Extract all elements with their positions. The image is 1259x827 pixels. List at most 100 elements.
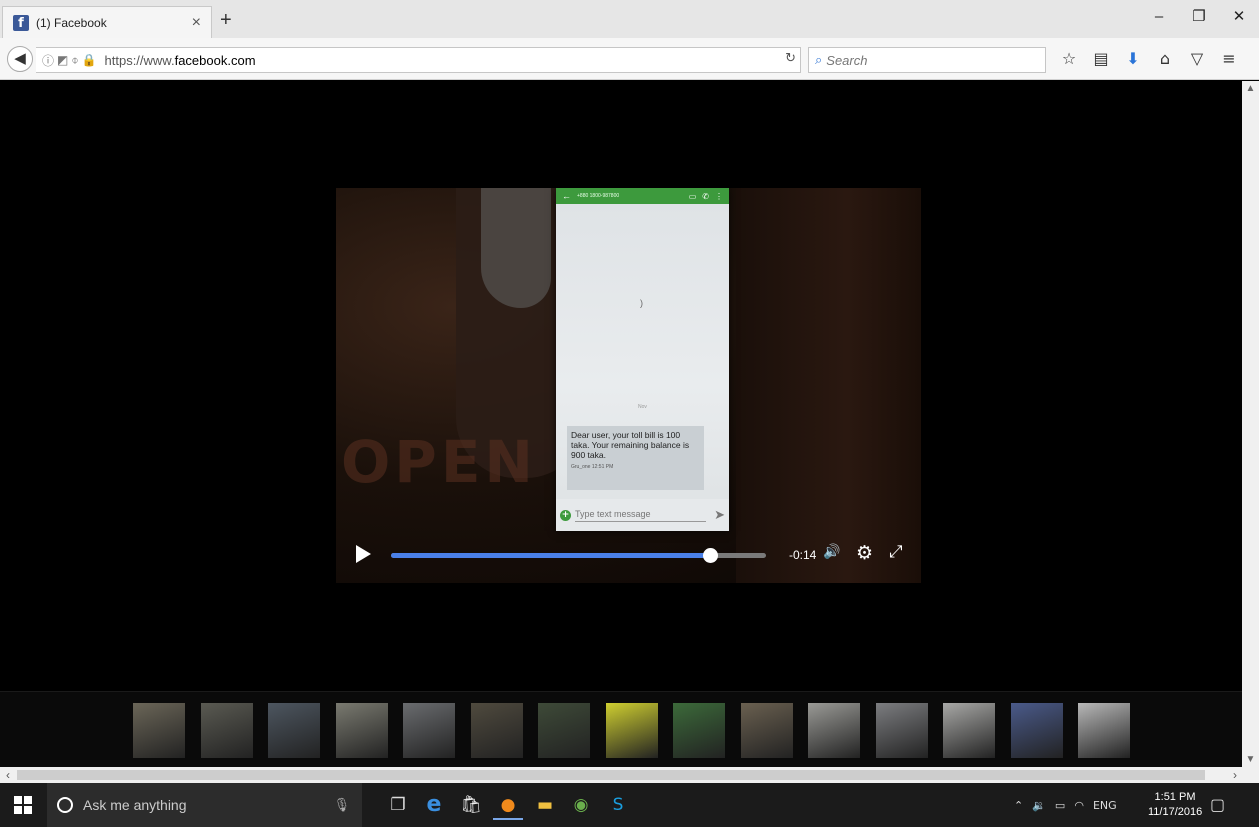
phone-screen: ← +880 1800-987800 ▭ ✆ ⋮ ) Nov Dear user…	[556, 188, 729, 531]
progress-fill	[391, 553, 710, 558]
keyboard-icon: ▭	[688, 191, 697, 201]
close-window-button[interactable]: ✕	[1219, 0, 1259, 38]
sms-bubble: Dear user, your toll bill is 100 taka. Y…	[567, 426, 704, 490]
sms-input: Type text message	[575, 509, 707, 522]
action-center-icon[interactable]: ▢	[1210, 795, 1225, 814]
plus-icon: +	[560, 509, 571, 521]
sms-header: ← +880 1800-987800 ▭ ✆ ⋮	[556, 188, 729, 204]
fullscreen-icon[interactable]: ⤢	[889, 542, 903, 562]
microphone-icon[interactable]: 🎙	[333, 798, 350, 813]
volume-icon[interactable]: 🔊	[823, 544, 840, 560]
cortana-search[interactable]: Ask me anything 🎙	[47, 783, 362, 827]
new-tab-button[interactable]: +	[220, 10, 232, 30]
scroll-left-icon[interactable]: ‹	[6, 767, 10, 783]
utorrent-icon[interactable]: ◉	[566, 790, 596, 820]
speaker-icon[interactable]: 🔉	[1032, 799, 1046, 812]
thumbnail-item[interactable]	[605, 703, 658, 758]
thumbnail-item[interactable]	[1010, 703, 1063, 758]
vertical-scrollbar[interactable]: ▲ ▼	[1242, 81, 1259, 767]
mic-blocked-icon: ⌽	[71, 52, 79, 67]
thumbnail-item[interactable]	[268, 703, 320, 758]
phone-icon: ✆	[702, 191, 709, 201]
thumbnail-item[interactable]	[200, 703, 253, 758]
close-tab-icon[interactable]: ×	[192, 14, 201, 32]
scroll-right-icon[interactable]: ›	[1233, 767, 1237, 783]
windows-start-icon[interactable]	[14, 796, 32, 814]
wifi-icon[interactable]: ◠	[1074, 799, 1084, 812]
system-tray: ⌃ 🔉 ▭ ◠ ENG	[1014, 783, 1117, 827]
home-icon[interactable]: ⌂	[1154, 47, 1176, 71]
language-indicator[interactable]: ENG	[1093, 799, 1117, 812]
file-explorer-icon[interactable]: ▬	[530, 790, 560, 820]
bookmark-star-icon[interactable]: ☆	[1058, 47, 1080, 71]
navigation-bar: ◀ ⓘ ◩ ⌽ 🔒 https://www.facebook.com ↻ ⌕ S…	[0, 38, 1259, 80]
open-sign: OPEN	[341, 428, 537, 496]
sms-date: Nov	[638, 404, 647, 410]
thumbnail-item[interactable]	[133, 703, 185, 758]
video-player[interactable]: OPEN ← +880 1800-987800 ▭ ✆ ⋮ ) Nov Dear…	[336, 188, 921, 583]
scroll-up-icon[interactable]: ▲	[1242, 83, 1259, 94]
maximize-button[interactable]: ❐	[1179, 0, 1219, 38]
skype-icon[interactable]: S	[603, 790, 633, 820]
scroll-down-icon[interactable]: ▼	[1242, 754, 1259, 765]
reload-icon[interactable]: ↻	[785, 51, 796, 66]
cortana-input[interactable]: Ask me anything	[83, 797, 333, 813]
search-engine-icon[interactable]: ⌕	[815, 53, 822, 68]
clock-time: 1:51 PM	[1154, 791, 1196, 803]
thumbnail-item[interactable]	[740, 703, 793, 758]
taskbar: Ask me anything 🎙 ❐ e 🛍 ● ▬ ◉ S ⌃ 🔉 ▭ ◠ …	[0, 783, 1259, 827]
thumbnail-item[interactable]	[1078, 703, 1130, 758]
chevron-up-icon[interactable]: ⌃	[1014, 799, 1023, 812]
video-controls: -0:14 🔊 ⚙ ⤢	[336, 533, 921, 583]
facebook-icon: f	[13, 14, 29, 31]
more-icon: ⋮	[715, 191, 723, 201]
arrow-left-icon: ←	[562, 191, 571, 201]
tab-strip: f (1) Facebook × + – ❐ ✕	[0, 0, 1259, 38]
pocket-icon[interactable]: ▽	[1186, 47, 1208, 71]
window-controls: – ❐ ✕	[1139, 0, 1259, 38]
time-remaining: -0:14	[789, 548, 817, 562]
cortana-icon	[57, 797, 73, 813]
thumbnail-item[interactable]	[470, 703, 523, 758]
video-background-right	[736, 188, 921, 583]
thumbnail-item[interactable]	[403, 703, 455, 758]
store-icon[interactable]: 🛍	[456, 790, 486, 820]
thumbnail-strip	[0, 691, 1242, 767]
thumbnail-item[interactable]	[335, 703, 388, 758]
tab-title: (1) Facebook	[36, 15, 107, 30]
play-icon[interactable]	[356, 545, 371, 563]
task-view-icon[interactable]: ❐	[383, 790, 413, 820]
search-input[interactable]: Search	[826, 53, 867, 68]
menu-icon[interactable]: ≡	[1218, 47, 1240, 71]
clock-date: 11/17/2016	[1148, 806, 1203, 818]
sms-input-bar: + Type text message ➤	[556, 499, 729, 531]
thumbnail-item[interactable]	[538, 703, 590, 758]
thumbnail-item[interactable]	[943, 703, 995, 758]
back-button[interactable]: ◀	[7, 46, 33, 72]
camera-blocked-icon: ◩	[57, 53, 69, 67]
clock[interactable]: 1:51 PM 11/17/2016	[1148, 790, 1202, 820]
reading-list-icon[interactable]: ▤	[1090, 47, 1112, 71]
battery-icon[interactable]: ▭	[1055, 799, 1065, 812]
progress-bar[interactable]	[391, 548, 766, 563]
info-icon: ⓘ	[42, 53, 55, 68]
url-bar[interactable]: ⓘ ◩ ⌽ 🔒 https://www.facebook.com ↻	[36, 47, 801, 73]
thumbnail-item[interactable]	[875, 703, 928, 758]
edge-icon[interactable]: e	[419, 790, 449, 820]
firefox-icon[interactable]: ●	[493, 790, 523, 820]
site-identity[interactable]: ⓘ ◩ ⌽ 🔒	[42, 52, 97, 69]
gear-icon[interactable]: ⚙	[856, 542, 873, 564]
video-sleeve	[481, 188, 551, 308]
download-icon[interactable]: ⬇	[1122, 47, 1144, 71]
thumbnail-item[interactable]	[808, 703, 860, 758]
send-icon: ➤	[714, 507, 725, 523]
minimize-button[interactable]: –	[1139, 0, 1179, 38]
tab-facebook[interactable]: f (1) Facebook ×	[2, 6, 212, 38]
sms-mark: )	[640, 298, 643, 308]
scroll-thumb[interactable]	[17, 770, 1205, 780]
sms-contact: +880 1800-987800	[577, 193, 620, 199]
horizontal-scrollbar[interactable]: ‹ ›	[0, 767, 1259, 783]
thumbnail-item[interactable]	[673, 703, 725, 758]
progress-knob[interactable]	[702, 548, 718, 563]
search-bar[interactable]: ⌕ Search	[808, 47, 1046, 73]
